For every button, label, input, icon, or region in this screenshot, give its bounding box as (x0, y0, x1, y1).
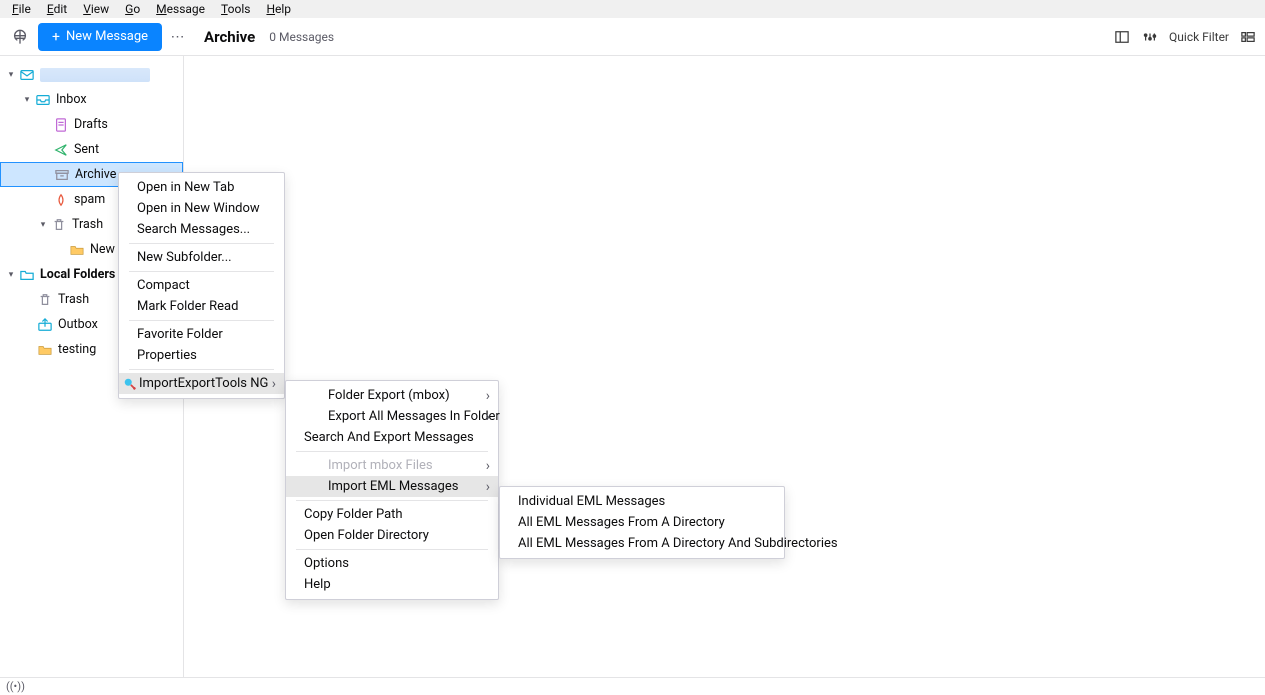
menu-folder-export[interactable]: Folder Export (mbox) (286, 385, 498, 406)
folder-label: testing (58, 342, 96, 357)
menu-import-eml[interactable]: Import EML Messages (286, 476, 498, 497)
menu-properties[interactable]: Properties (119, 345, 284, 366)
menu-all-eml-dir[interactable]: All EML Messages From A Directory (500, 512, 784, 533)
tools-menu[interactable]: Tools (213, 1, 258, 17)
import-export-icon (123, 377, 137, 391)
go-menu[interactable]: Go (117, 1, 148, 17)
account-name-redacted (40, 68, 150, 82)
folder-label: Inbox (56, 92, 87, 107)
inbox-icon (34, 93, 52, 107)
menu-open-folder-dir[interactable]: Open Folder Directory (286, 525, 498, 546)
plus-icon: + (52, 29, 60, 45)
menu-options[interactable]: Options (286, 553, 498, 574)
view-menu[interactable]: View (75, 1, 117, 17)
folder-inbox[interactable]: ▾ Inbox (0, 87, 183, 112)
menu-favorite-folder[interactable]: Favorite Folder (119, 324, 284, 345)
menu-new-subfolder[interactable]: New Subfolder... (119, 247, 284, 268)
menu-search-export[interactable]: Search And Export Messages (286, 427, 498, 448)
menu-search-messages[interactable]: Search Messages... (119, 219, 284, 240)
display-options-icon[interactable] (1239, 28, 1257, 46)
folder-drafts[interactable]: Drafts (0, 112, 183, 137)
spam-icon (52, 193, 70, 207)
menu-individual-eml[interactable]: Individual EML Messages (500, 491, 784, 512)
chevron-down-icon[interactable]: ▾ (4, 270, 18, 280)
folder-label: Trash (58, 292, 89, 307)
import-export-submenu: Folder Export (mbox) Export All Messages… (285, 380, 499, 600)
outbox-icon (36, 318, 54, 332)
folder-context-menu: Open in New Tab Open in New Window Searc… (118, 172, 285, 399)
message-count: 0 Messages (269, 30, 334, 44)
column-picker-icon[interactable] (1113, 28, 1131, 46)
folder-label: Trash (72, 217, 103, 232)
folder-label: Outbox (58, 317, 98, 332)
import-eml-submenu: Individual EML Messages All EML Messages… (499, 486, 785, 559)
archive-icon (53, 168, 71, 182)
chevron-down-icon[interactable]: ▾ (4, 70, 18, 80)
folder-icon (36, 343, 54, 357)
menu-open-new-window[interactable]: Open in New Window (119, 198, 284, 219)
menu-open-new-tab[interactable]: Open in New Tab (119, 177, 284, 198)
sent-icon (52, 143, 70, 157)
chevron-down-icon[interactable]: ▾ (20, 95, 34, 105)
menu-export-all[interactable]: Export All Messages In Folder (286, 406, 498, 427)
new-message-button[interactable]: + New Message (38, 23, 162, 51)
chevron-down-icon[interactable]: ▾ (36, 220, 50, 230)
menu-copy-folder-path[interactable]: Copy Folder Path (286, 504, 498, 525)
folder-sent[interactable]: Sent (0, 137, 183, 162)
folder-label: Sent (74, 142, 99, 157)
quick-filter-button[interactable]: Quick Filter (1169, 30, 1229, 44)
account-row[interactable]: ▾ (0, 62, 183, 87)
trash-icon (50, 218, 68, 232)
folder-icon (68, 243, 86, 257)
folder-label: Local Folders (40, 267, 115, 282)
menu-mark-folder-read[interactable]: Mark Folder Read (119, 296, 284, 317)
file-menu[interactable]: File (4, 1, 39, 17)
page-title: Archive (204, 28, 255, 46)
menu-import-mbox: Import mbox Files (286, 455, 498, 476)
spaces-icon[interactable] (8, 25, 32, 49)
folder-icon (18, 268, 36, 282)
trash-icon (36, 293, 54, 307)
new-message-label: New Message (66, 29, 148, 44)
toolbar: + New Message ⋯ Archive 0 Messages Quick… (0, 18, 1265, 56)
account-icon (18, 68, 36, 82)
folder-label: Drafts (74, 117, 108, 132)
filter-icon[interactable] (1141, 28, 1159, 46)
toolbar-overflow-button[interactable]: ⋯ (168, 29, 188, 45)
menu-compact[interactable]: Compact (119, 275, 284, 296)
menu-import-export-tools[interactable]: ImportExportTools NG (119, 373, 284, 394)
message-menu[interactable]: Message (148, 1, 213, 17)
menu-help[interactable]: Help (286, 574, 498, 595)
help-menu[interactable]: Help (258, 1, 299, 17)
menu-all-eml-dir-sub[interactable]: All EML Messages From A Directory And Su… (500, 533, 784, 554)
folder-label: spam (74, 192, 105, 207)
online-status-icon[interactable]: ((•)) (6, 680, 25, 693)
drafts-icon (52, 118, 70, 132)
statusbar: ((•)) (0, 677, 1265, 695)
edit-menu[interactable]: Edit (39, 1, 75, 17)
menubar: File Edit View Go Message Tools Help (0, 0, 1265, 18)
folder-label: Archive (75, 167, 116, 182)
